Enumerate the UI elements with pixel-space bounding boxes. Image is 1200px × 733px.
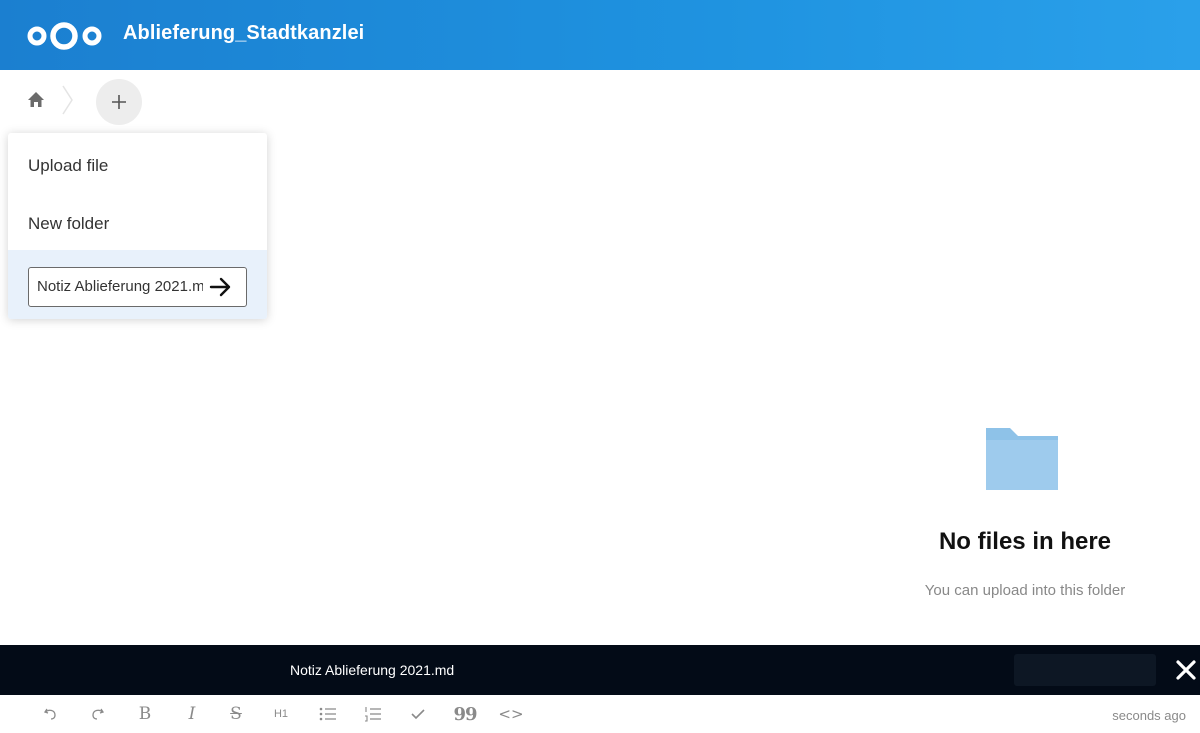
folder-icon [984,426,1060,492]
italic-button[interactable]: I [178,700,206,728]
plus-icon [112,95,126,109]
editor-header: Notiz Ablieferung 2021.md [0,645,1200,695]
strikethrough-label: S [230,704,242,724]
strikethrough-button[interactable]: S [222,700,250,728]
new-menu-popover: Upload file New folder [8,133,267,319]
ordered-list-icon[interactable] [359,700,387,728]
code-button[interactable]: <> [497,700,525,728]
menu-item-label: New folder [28,214,110,233]
check-icon[interactable] [404,700,432,728]
arrow-right-icon[interactable] [209,276,233,298]
menu-item-new-folder[interactable]: New folder [8,195,267,253]
menu-item-upload-file[interactable]: Upload file [8,137,267,195]
editor-header-button[interactable] [1014,654,1156,686]
save-status: seconds ago [1112,708,1186,723]
blockquote-button[interactable]: 99 [451,700,479,728]
editor-toolbar: B I S H1 99 <> seconds ago [0,700,1200,733]
new-file-name-field [28,267,247,307]
bold-button[interactable]: B [131,700,159,728]
breadcrumb-separator-icon [60,82,76,118]
menu-item-new-file [8,250,267,319]
nextcloud-logo-icon[interactable] [26,22,106,50]
home-icon[interactable] [22,86,50,114]
new-button[interactable] [96,79,142,125]
code-label: <> [498,705,524,723]
undo-icon[interactable] [37,700,65,728]
italic-label: I [188,704,196,724]
empty-description: You can upload into this folder [924,582,1126,599]
close-icon[interactable] [1175,659,1197,681]
new-file-name-input[interactable] [29,268,203,305]
share-title: Ablieferung_Stadtkanzlei [123,22,365,44]
editor-file-name: Notiz Ablieferung 2021.md [290,662,455,678]
heading-button[interactable]: H1 [267,700,295,728]
bold-label: B [138,704,152,724]
empty-content: No files in here You can upload into thi… [880,420,1170,610]
menu-item-label: Upload file [28,156,109,175]
breadcrumb [0,74,300,125]
bullet-list-icon[interactable] [314,700,342,728]
empty-title: No files in here [938,528,1112,555]
blockquote-label: 99 [453,703,477,725]
app-header: Ablieferung_Stadtkanzlei [0,0,1200,70]
redo-icon[interactable] [83,700,111,728]
heading-label: H1 [273,708,289,720]
